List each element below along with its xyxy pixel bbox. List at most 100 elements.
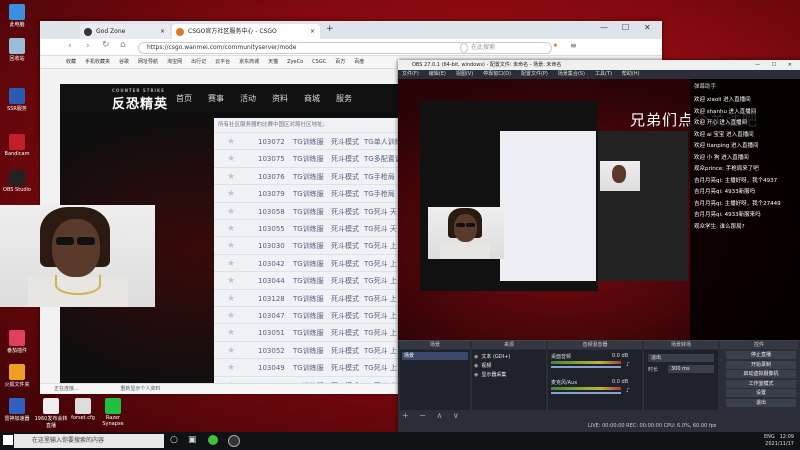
bookmark-item[interactable]: 收藏 (66, 59, 76, 65)
desktop-icon[interactable]: OBS Studio (0, 170, 34, 193)
site-nav-item[interactable]: 服务 (336, 93, 352, 104)
bookmark-item[interactable]: 出行记 (191, 59, 206, 65)
bookmark-item[interactable]: 百万 (335, 59, 345, 65)
maximize-icon[interactable]: ☐ (622, 23, 629, 32)
desktop-icon[interactable]: SSR服务 (0, 88, 34, 112)
star-icon[interactable]: ★ (227, 150, 235, 168)
transition-select[interactable]: 淡出 (648, 354, 714, 362)
table-row[interactable]: ★ 103055 TG训练服 死斗模式 TG死斗 天 (214, 219, 400, 238)
tab-god-zone[interactable]: God Zone × (80, 24, 170, 39)
obs-menu-item[interactable]: 场景集合(S) (558, 71, 585, 77)
table-row[interactable]: ★ 103049 TG训练服 死斗模式 TG死斗 上 (214, 358, 400, 377)
star-icon[interactable]: ★ (227, 290, 235, 308)
star-icon[interactable]: ★ (227, 133, 235, 151)
source-item[interactable]: ◉ 文本 (GDI+) (474, 353, 544, 361)
bookmark-item[interactable]: 谷歌 (119, 59, 129, 65)
star-icon[interactable]: ★ (227, 342, 235, 360)
eye-icon[interactable]: ◉ (474, 363, 478, 369)
obs-menu-item[interactable]: 视图(V) (456, 71, 473, 77)
volume-slider[interactable] (551, 366, 621, 368)
bookmark-item[interactable]: 手机收藏夹 (85, 59, 110, 65)
source-item[interactable]: ◉ 显示器采集 (474, 371, 544, 379)
menu-icon[interactable]: ≡ (570, 41, 577, 50)
language-indicator[interactable]: ENG (764, 434, 775, 440)
speaker-icon[interactable]: ♪ (626, 387, 630, 394)
bookmark-item[interactable]: 百度 (354, 59, 364, 65)
close-window-icon[interactable]: ✕ (788, 60, 792, 70)
site-nav-item[interactable]: 首页 (176, 93, 192, 104)
minimize-icon[interactable]: — (755, 60, 760, 70)
site-nav-item[interactable]: 资料 (272, 93, 288, 104)
eye-icon[interactable]: ◉ (474, 354, 478, 360)
star-icon[interactable]: ★ (227, 307, 235, 325)
volume-slider[interactable] (551, 392, 621, 394)
reload-icon[interactable]: ↻ (102, 40, 110, 50)
site-nav-item[interactable]: 赛事 (208, 93, 224, 104)
desktop-icon[interactable]: 1960发布会转直播 (34, 398, 68, 429)
table-row[interactable]: ★ 103044 TG训练服 死斗模式 TG死斗 上 (214, 271, 400, 290)
obs-control-button[interactable]: 停止直播 (726, 351, 796, 359)
desktop-icon[interactable]: 回收站 (0, 38, 34, 62)
obs-control-button[interactable]: 开始录制 (726, 360, 796, 369)
new-tab-button[interactable]: + (326, 24, 334, 34)
star-icon[interactable]: ★ (227, 237, 235, 255)
close-icon[interactable]: × (310, 24, 315, 39)
table-row[interactable]: ★ 103072 TG训练服 死斗模式 TG单人训练服 (214, 132, 409, 151)
duration-input[interactable]: 300 ms (668, 365, 714, 373)
scene-item[interactable]: 场景 (402, 352, 468, 360)
desktop-icon[interactable]: 火狐文件夹 (0, 364, 34, 388)
star-icon[interactable]: ★ (227, 203, 235, 221)
desktop-icon[interactable]: 此电脑 (0, 4, 34, 28)
obs-menu-item[interactable]: 编辑(E) (429, 71, 446, 77)
bookmark-item[interactable]: ZyeCo (287, 59, 303, 65)
source-item[interactable]: ◉ 视频 (474, 362, 544, 370)
windows-start-icon[interactable] (3, 435, 13, 445)
star-icon[interactable]: ★ (227, 220, 235, 238)
obs-menu-item[interactable]: 帮助(H) (622, 71, 640, 77)
table-row[interactable]: ★ 103030 TG训练服 死斗模式 TG死斗 上 (214, 236, 400, 255)
bookmark-item[interactable]: 淘宝网 (167, 59, 182, 65)
browser-taskbar-icon[interactable] (208, 435, 218, 445)
desktop-icon[interactable]: Razer Synapse (96, 398, 130, 427)
bookmark-item[interactable]: 云平台 (215, 59, 230, 65)
star-icon[interactable]: ★ (227, 255, 235, 273)
desktop-icon[interactable]: Bandicam (0, 134, 34, 157)
close-icon[interactable]: × (160, 24, 165, 39)
taskbar-search-input[interactable]: 在这里输入你要搜索的内容 (14, 434, 164, 448)
obs-control-button[interactable]: 退出 (726, 398, 796, 407)
obs-menu-item[interactable]: 文件(F) (402, 71, 419, 77)
table-row[interactable]: ★ 103076 TG训练服 死斗模式 TG手枪局 (214, 166, 400, 186)
task-view-icon[interactable]: ○ (170, 435, 178, 445)
bookmark-item[interactable]: 京东商城 (239, 59, 259, 65)
tab-csgo[interactable]: CSGO官方社区服务中心 - CSGO × (172, 24, 320, 39)
dock-toolbar[interactable]: + − ∧ ∨ (402, 411, 463, 420)
close-window-icon[interactable]: ✕ (644, 23, 651, 32)
desktop-icon[interactable]: 雷神加速器 (0, 398, 34, 422)
table-row[interactable]: ★ 103052 TG训练服 死斗模式 TG死斗 上 (214, 340, 400, 360)
obs-taskbar-icon[interactable] (228, 435, 240, 447)
site-logo[interactable]: COUNTER STRIKE 反恐精英 (112, 88, 168, 112)
star-icon[interactable]: ★ (227, 272, 235, 290)
table-row[interactable]: ★ 103075 TG训练服 死斗模式 TG多配置训练服 (214, 149, 416, 168)
star-icon[interactable]: ★ (227, 359, 235, 377)
system-tray[interactable]: ENG 12:09 2021/11/17 (764, 434, 794, 448)
table-row[interactable]: ★ 103047 TG训练服 死斗模式 TG死斗 上 (214, 306, 400, 325)
table-row[interactable]: ★ 103079 TG训练服 死斗模式 TG手枪局 (214, 184, 400, 203)
browser-search-input[interactable]: 在此搜索 (460, 42, 552, 54)
star-icon[interactable]: ★ (227, 168, 235, 186)
eye-icon[interactable]: ◉ (474, 372, 478, 378)
bookmark-item[interactable]: 天猫 (268, 59, 278, 65)
table-row[interactable]: ★ 103042 TG训练服 死斗模式 TG死斗 上 (214, 253, 400, 273)
table-row[interactable]: ★ 103058 TG训练服 死斗模式 TG死斗 天 (214, 201, 400, 221)
desktop-icon[interactable]: 番茄插件 (0, 330, 34, 354)
speaker-icon[interactable]: ♪ (626, 361, 630, 368)
obs-menu-item[interactable]: 停靠窗口(D) (483, 71, 511, 77)
site-nav-item[interactable]: 活动 (240, 93, 256, 104)
extension-icon[interactable]: ✦ (552, 41, 559, 50)
maximize-icon[interactable]: ☐ (772, 60, 776, 70)
minimize-icon[interactable]: — (600, 23, 608, 32)
obs-control-button[interactable]: 启动虚拟摄像机 (726, 370, 796, 378)
bookmark-item[interactable]: 网址导航 (138, 59, 158, 65)
obs-control-button[interactable]: 设置 (726, 389, 796, 397)
obs-control-button[interactable]: 工作室模式 (726, 379, 796, 388)
